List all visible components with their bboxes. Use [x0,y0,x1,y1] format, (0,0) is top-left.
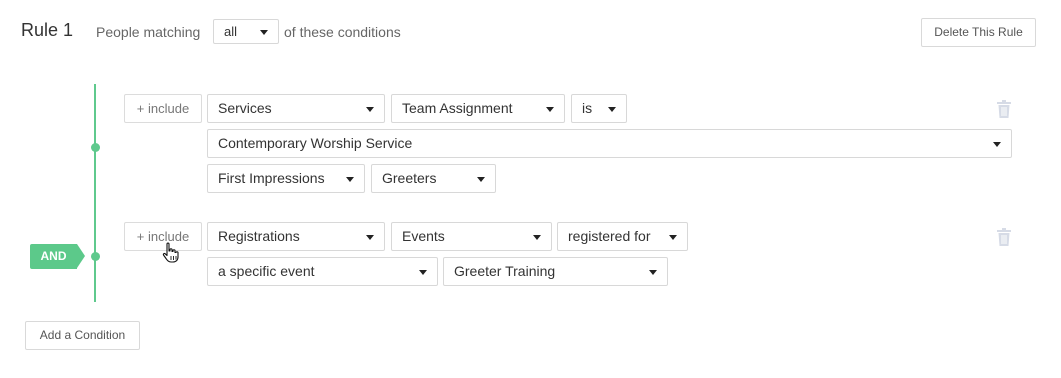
match-type-value: all [224,24,238,39]
operator-select[interactable]: registered for [557,222,688,251]
chevron-down-icon [366,107,374,112]
qualifier-value: a specific event [218,263,315,279]
chevron-down-icon [366,235,374,240]
field-select[interactable]: Events [391,222,552,251]
chevron-down-icon [608,107,616,112]
category-select[interactable]: Services [207,94,385,123]
category-value: Services [218,100,272,116]
of-conditions-label: of these conditions [284,24,401,40]
field-select[interactable]: Team Assignment [391,94,565,123]
hand-cursor-icon [162,242,179,263]
chevron-down-icon [533,235,541,240]
include-button[interactable]: + include [124,94,202,123]
field-value: Team Assignment [402,100,513,116]
match-type-select[interactable]: all [213,19,279,44]
operator-value: registered for [568,228,651,244]
event-select[interactable]: Greeter Training [443,257,668,286]
add-condition-button[interactable]: Add a Condition [25,321,140,350]
field-value: Events [402,228,445,244]
chevron-down-icon [993,142,1001,147]
chevron-down-icon [669,235,677,240]
sub-value-text: First Impressions [218,170,325,186]
and-badge-arrow [77,244,85,268]
category-value: Registrations [218,228,300,244]
chevron-down-icon [346,177,354,182]
people-matching-label: People matching [96,24,201,40]
sub-value-select[interactable]: Greeters [371,164,496,193]
delete-rule-button[interactable]: Delete This Rule [921,18,1036,47]
chevron-down-icon [419,270,427,275]
chevron-down-icon [649,270,657,275]
trash-icon[interactable] [997,100,1011,118]
event-value: Greeter Training [454,263,556,279]
rule-title: Rule 1 [21,20,74,40]
sub-value-select[interactable]: First Impressions [207,164,365,193]
sub-value-text: Greeters [382,170,437,186]
connector-dot [91,143,100,152]
chevron-down-icon [477,177,485,182]
operator-value: is [582,100,593,116]
chevron-down-icon [546,107,554,112]
connector-dot [91,252,100,261]
trash-icon[interactable] [997,228,1011,246]
operator-select[interactable]: is [571,94,627,123]
value-select[interactable]: Contemporary Worship Service [207,129,1012,158]
value-text: Contemporary Worship Service [218,135,413,151]
category-select[interactable]: Registrations [207,222,385,251]
chevron-down-icon [260,30,268,35]
qualifier-select[interactable]: a specific event [207,257,438,286]
and-badge: AND [30,244,77,269]
condition-connector-line [94,84,96,302]
